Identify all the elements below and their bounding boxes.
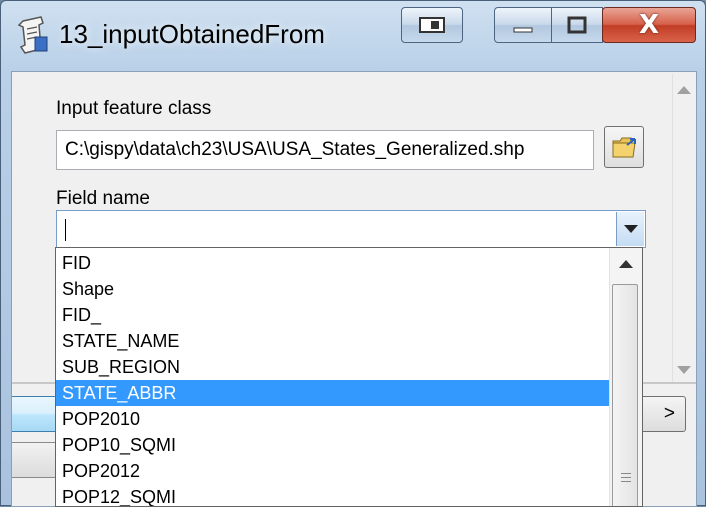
maximize-button[interactable]: [551, 7, 603, 43]
window-title: 13_inputObtainedFrom: [59, 19, 325, 49]
list-item-selected[interactable]: STATE_ABBR: [56, 380, 612, 406]
thumb-grip: [621, 473, 631, 474]
list-item[interactable]: POP2010: [56, 406, 612, 432]
chevron-down-icon: [624, 225, 638, 233]
list-item[interactable]: FID: [56, 250, 612, 276]
input-feature-class-label: Input feature class: [56, 98, 212, 119]
list-item[interactable]: POP12_SQMI: [56, 484, 612, 506]
close-glyph: X: [638, 10, 660, 40]
thumb-grip: [621, 481, 631, 482]
list-item[interactable]: POP10_SQMI: [56, 432, 612, 458]
tool-dialog-window: 13_inputObtainedFrom X Input feature cla…: [0, 0, 706, 507]
thumb-grip: [621, 477, 631, 478]
dropdown-scroll-thumb[interactable]: [612, 284, 638, 506]
scroll-down-icon[interactable]: [677, 366, 691, 374]
open-folder-icon: [612, 137, 636, 158]
dropdown-scrollbar[interactable]: [609, 248, 642, 506]
window-extra-icon: [402, 8, 462, 42]
list-item[interactable]: FID_: [56, 302, 612, 328]
minimize-button[interactable]: [494, 7, 552, 43]
close-icon: X: [603, 8, 695, 42]
input-feature-class-field[interactable]: C:\gispy\data\ch23\USA\USA_States_Genera…: [56, 130, 594, 170]
list-item[interactable]: Shape: [56, 276, 612, 302]
close-button[interactable]: X: [602, 7, 696, 43]
maximize-icon: [552, 8, 602, 42]
scroll-up-icon[interactable]: [619, 260, 633, 268]
dialog-scrollbar[interactable]: [672, 74, 695, 384]
field-name-combobox[interactable]: [56, 210, 646, 248]
title-bar[interactable]: 13_inputObtainedFrom X: [1, 1, 706, 71]
combobox-dropdown-button[interactable]: [616, 212, 644, 246]
browse-button[interactable]: [604, 126, 644, 168]
list-item[interactable]: STATE_NAME: [56, 328, 612, 354]
text-caret: [65, 219, 66, 241]
minimize-icon: [495, 8, 551, 42]
list-item[interactable]: SUB_REGION: [56, 354, 612, 380]
scroll-up-icon[interactable]: [677, 86, 691, 94]
script-tool-icon: [15, 15, 49, 55]
window-extra-button[interactable]: [401, 7, 463, 43]
field-name-dropdown-list[interactable]: FID Shape FID_ STATE_NAME SUB_REGION STA…: [55, 247, 643, 507]
field-name-label: Field name: [56, 188, 150, 209]
list-item[interactable]: POP2012: [56, 458, 612, 484]
